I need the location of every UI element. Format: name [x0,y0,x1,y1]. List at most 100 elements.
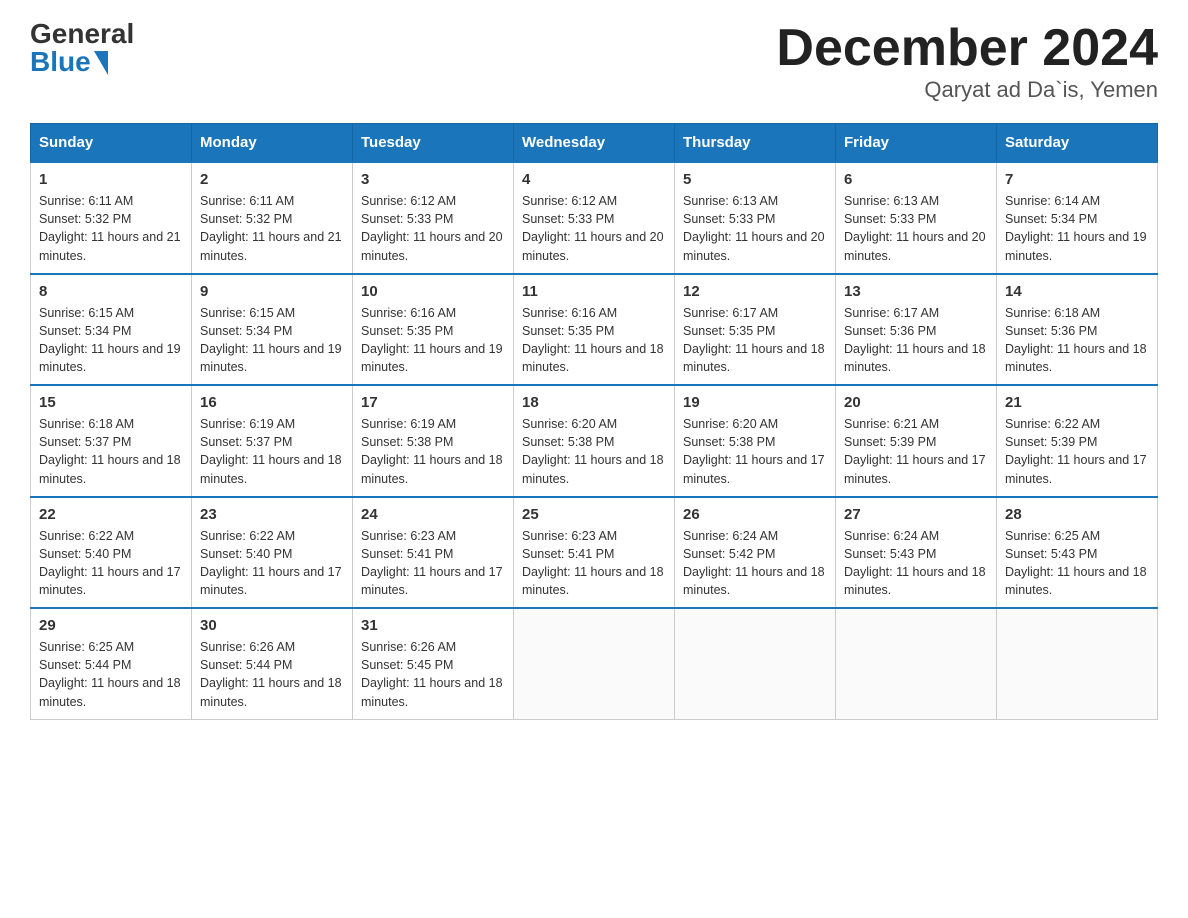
month-title: December 2024 [776,20,1158,77]
calendar-cell: 13 Sunrise: 6:17 AMSunset: 5:36 PMDayligh… [836,274,997,386]
day-info: Sunrise: 6:16 AMSunset: 5:35 PMDaylight:… [522,304,666,377]
day-number: 7 [1005,171,1149,188]
calendar-cell: 7 Sunrise: 6:14 AMSunset: 5:34 PMDaylight… [997,162,1158,274]
day-info: Sunrise: 6:26 AMSunset: 5:44 PMDaylight:… [200,638,344,711]
day-number: 4 [522,171,666,188]
calendar-header-row: SundayMondayTuesdayWednesdayThursdayFrid… [31,124,1158,163]
calendar-cell: 22Sunrise: 6:22 AMSunset: 5:40 PMDayligh… [31,497,192,609]
calendar-cell: 16Sunrise: 6:19 AMSunset: 5:37 PMDayligh… [192,385,353,497]
header-cell-thursday: Thursday [675,124,836,163]
day-info: Sunrise: 6:20 AMSunset: 5:38 PMDaylight:… [522,415,666,488]
calendar-body: 1Sunrise: 6:11 AMSunset: 5:32 PMDaylight… [31,162,1158,719]
day-number: 6 [844,171,988,188]
page-header: General Blue December 2024 Qaryat ad Da`… [30,20,1158,103]
logo-triangle-icon [94,51,108,75]
day-info: Sunrise: 6:13 AMSunset: 5:33 PMDaylight:… [683,192,827,265]
calendar-cell: 6Sunrise: 6:13 AMSunset: 5:33 PMDaylight… [836,162,997,274]
calendar-week-row: 8Sunrise: 6:15 AMSunset: 5:34 PMDaylight… [31,274,1158,386]
calendar-cell: 18 Sunrise: 6:20 AMSunset: 5:38 PMDayligh… [514,385,675,497]
day-number: 29 [39,617,183,634]
day-number: 24 [361,506,505,523]
day-number: 27 [844,506,988,523]
calendar-cell [675,608,836,719]
day-info: Sunrise: 6:17 AMSunset: 5:36 PMDaylight:… [844,304,988,377]
day-number: 28 [1005,506,1149,523]
day-number: 3 [361,171,505,188]
day-number: 30 [200,617,344,634]
day-number: 26 [683,506,827,523]
day-number: 23 [200,506,344,523]
calendar-cell: 11 Sunrise: 6:16 AMSunset: 5:35 PMDayligh… [514,274,675,386]
calendar-week-row: 22 Sunrise: 6:22 AMSunset: 5:40 PMDayligh… [31,497,1158,609]
day-number: 31 [361,617,505,634]
calendar-cell: 26 Sunrise: 6:24 AMSunset: 5:42 PMDayligh… [675,497,836,609]
day-info: Sunrise: 6:24 AMSunset: 5:43 PMDaylight:… [844,527,988,600]
calendar-cell: 8Sunrise: 6:15 AMSunset: 5:34 PMDaylight… [31,274,192,386]
day-info: Sunrise: 6:22 AMSunset: 5:39 PMDaylight:… [1005,415,1149,488]
calendar-cell: 21 Sunrise: 6:22 AMSunset: 5:39 PMDayligh… [997,385,1158,497]
logo-general-text: General [30,20,134,48]
day-info: Sunrise: 6:25 AMSunset: 5:44 PMDaylight:… [39,638,183,711]
day-info: Sunrise: 6:12 AMSunset: 5:33 PMDaylight:… [522,192,666,265]
day-number: 15 [39,394,183,411]
day-info: Sunrise: 6:23 AMSunset: 5:41 PMDaylight:… [522,527,666,600]
day-info: Sunrise: 6:14 AMSunset: 5:34 PMDaylight:… [1005,192,1149,265]
calendar-cell: 25 Sunrise: 6:23 AMSunset: 5:41 PMDayligh… [514,497,675,609]
calendar-week-row: 1Sunrise: 6:11 AMSunset: 5:32 PMDaylight… [31,162,1158,274]
calendar-cell: 9 Sunrise: 6:15 AMSunset: 5:34 PMDaylight… [192,274,353,386]
day-number: 20 [844,394,988,411]
day-info: Sunrise: 6:19 AMSunset: 5:38 PMDaylight:… [361,415,505,488]
day-info: Sunrise: 6:20 AMSunset: 5:38 PMDaylight:… [683,415,827,488]
day-info: Sunrise: 6:15 AMSunset: 5:34 PMDaylight:… [200,304,344,377]
day-info: Sunrise: 6:18 AMSunset: 5:37 PMDaylight:… [39,415,183,488]
calendar-cell: 19 Sunrise: 6:20 AMSunset: 5:38 PMDayligh… [675,385,836,497]
title-block: December 2024 Qaryat ad Da`is, Yemen [776,20,1158,103]
day-info: Sunrise: 6:16 AMSunset: 5:35 PMDaylight:… [361,304,505,377]
header-cell-sunday: Sunday [31,124,192,163]
calendar-cell: 15 Sunrise: 6:18 AMSunset: 5:37 PMDayligh… [31,385,192,497]
day-number: 10 [361,283,505,300]
calendar-cell: 17Sunrise: 6:19 AMSunset: 5:38 PMDayligh… [353,385,514,497]
day-info: Sunrise: 6:24 AMSunset: 5:42 PMDaylight:… [683,527,827,600]
day-number: 13 [844,283,988,300]
day-number: 11 [522,283,666,300]
calendar-cell: 2Sunrise: 6:11 AMSunset: 5:32 PMDaylight… [192,162,353,274]
calendar-cell [514,608,675,719]
calendar-week-row: 15 Sunrise: 6:18 AMSunset: 5:37 PMDayligh… [31,385,1158,497]
day-info: Sunrise: 6:26 AMSunset: 5:45 PMDaylight:… [361,638,505,711]
calendar-cell: 12 Sunrise: 6:17 AMSunset: 5:35 PMDayligh… [675,274,836,386]
day-number: 22 [39,506,183,523]
calendar-cell: 28 Sunrise: 6:25 AMSunset: 5:43 PMDayligh… [997,497,1158,609]
calendar-cell: 1Sunrise: 6:11 AMSunset: 5:32 PMDaylight… [31,162,192,274]
location-title: Qaryat ad Da`is, Yemen [776,77,1158,103]
day-number: 5 [683,171,827,188]
day-info: Sunrise: 6:18 AMSunset: 5:36 PMDaylight:… [1005,304,1149,377]
calendar-table: SundayMondayTuesdayWednesdayThursdayFrid… [30,123,1158,720]
day-number: 25 [522,506,666,523]
calendar-cell: 10 Sunrise: 6:16 AMSunset: 5:35 PMDayligh… [353,274,514,386]
day-info: Sunrise: 6:21 AMSunset: 5:39 PMDaylight:… [844,415,988,488]
day-info: Sunrise: 6:25 AMSunset: 5:43 PMDaylight:… [1005,527,1149,600]
calendar-cell [836,608,997,719]
calendar-cell [997,608,1158,719]
day-number: 12 [683,283,827,300]
calendar-cell: 30 Sunrise: 6:26 AMSunset: 5:44 PMDayligh… [192,608,353,719]
header-cell-saturday: Saturday [997,124,1158,163]
day-number: 18 [522,394,666,411]
logo: General Blue [30,20,134,76]
day-info: Sunrise: 6:22 AMSunset: 5:40 PMDaylight:… [200,527,344,600]
day-info: Sunrise: 6:23 AMSunset: 5:41 PMDaylight:… [361,527,505,600]
day-number: 9 [200,283,344,300]
calendar-cell: 3Sunrise: 6:12 AMSunset: 5:33 PMDaylight… [353,162,514,274]
calendar-cell: 23 Sunrise: 6:22 AMSunset: 5:40 PMDayligh… [192,497,353,609]
day-number: 19 [683,394,827,411]
header-cell-wednesday: Wednesday [514,124,675,163]
day-number: 1 [39,171,183,188]
calendar-cell: 4 Sunrise: 6:12 AMSunset: 5:33 PMDaylight… [514,162,675,274]
calendar-cell: 5 Sunrise: 6:13 AMSunset: 5:33 PMDaylight… [675,162,836,274]
header-cell-friday: Friday [836,124,997,163]
calendar-week-row: 29 Sunrise: 6:25 AMSunset: 5:44 PMDayligh… [31,608,1158,719]
day-info: Sunrise: 6:17 AMSunset: 5:35 PMDaylight:… [683,304,827,377]
day-number: 21 [1005,394,1149,411]
day-info: Sunrise: 6:15 AMSunset: 5:34 PMDaylight:… [39,304,183,377]
